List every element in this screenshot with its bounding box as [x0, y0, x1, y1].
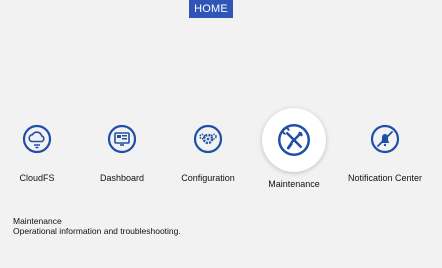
cloud-sync-icon	[20, 122, 54, 156]
launcher-label: Notification Center	[347, 173, 423, 183]
description-text: Operational information and troubleshoot…	[13, 226, 181, 236]
launcher-label: Maintenance	[268, 179, 320, 189]
description-panel: Maintenance Operational information and …	[13, 216, 181, 236]
description-title: Maintenance	[13, 216, 62, 226]
gears-icon	[191, 122, 225, 156]
launcher-notification-center[interactable]: Notification Center	[341, 108, 429, 183]
launcher-dashboard[interactable]: Dashboard	[78, 108, 166, 183]
home-tab[interactable]: HOME	[189, 0, 233, 18]
launcher-label: Dashboard	[99, 173, 145, 183]
launcher-cloudfs[interactable]: CloudFS	[0, 108, 81, 183]
launcher-configuration[interactable]: Configuration	[164, 108, 252, 183]
launcher-label: Configuration	[181, 173, 235, 183]
bell-muted-icon	[368, 122, 402, 156]
launcher-label: CloudFS	[19, 173, 55, 183]
wrench-screwdriver-icon	[262, 108, 326, 172]
launcher-maintenance[interactable]: Maintenance	[250, 108, 338, 189]
monitor-dashboard-icon	[105, 122, 139, 156]
